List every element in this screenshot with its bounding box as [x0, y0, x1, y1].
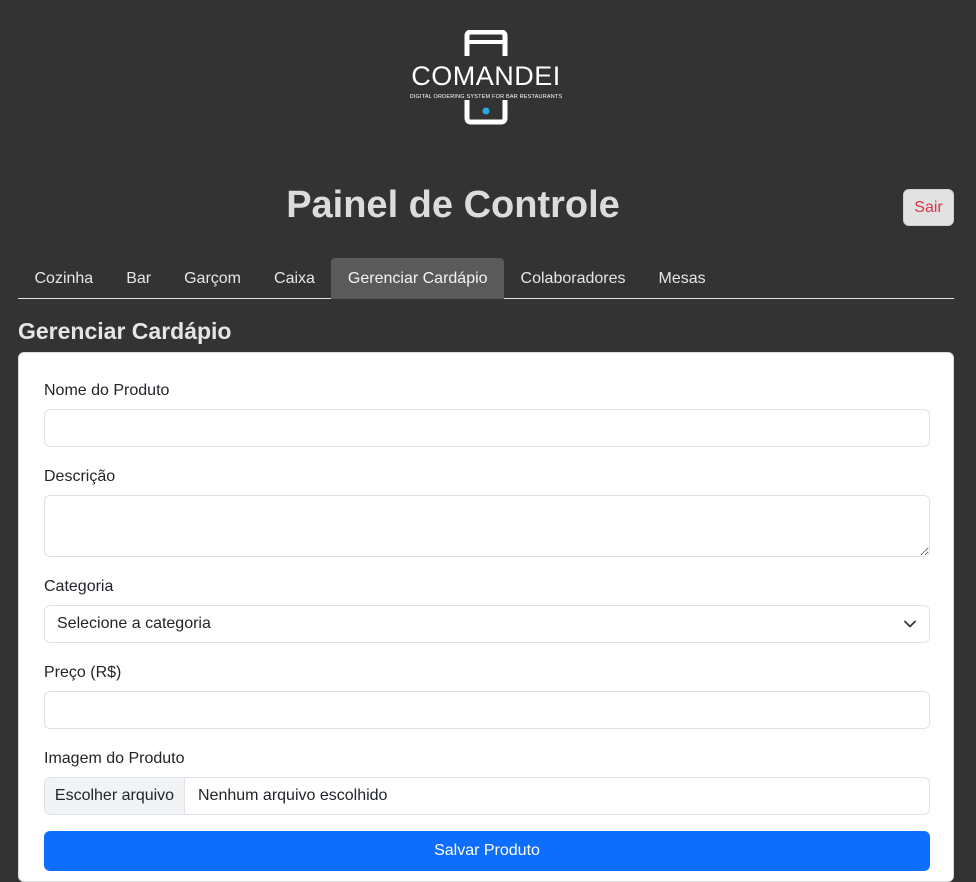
tab-garcom[interactable]: Garçom: [168, 258, 258, 299]
product-form-card: Nome do Produto Descrição Categoria Sele…: [18, 352, 954, 882]
chevron-down-icon: [903, 617, 917, 631]
product-name-input[interactable]: [44, 409, 930, 447]
page-title: Painel de Controle: [286, 184, 620, 226]
nav-tabs: Cozinha Bar Garçom Caixa Gerenciar Cardá…: [18, 258, 954, 299]
tab-cozinha[interactable]: Cozinha: [18, 258, 110, 299]
price-input[interactable]: [44, 691, 930, 729]
section-title: Gerenciar Cardápio: [18, 318, 232, 344]
tab-gerenciar-cardapio[interactable]: Gerenciar Cardápio: [331, 258, 505, 299]
brand-name: COMANDEI: [411, 61, 561, 91]
choose-file-button[interactable]: Escolher arquivo: [45, 778, 185, 814]
category-selected-value: Selecione a categoria: [57, 615, 211, 632]
tab-caixa[interactable]: Caixa: [258, 258, 332, 299]
tab-bar[interactable]: Bar: [110, 258, 168, 299]
category-select[interactable]: Selecione a categoria: [44, 605, 930, 643]
logout-button[interactable]: Sair: [903, 189, 954, 226]
file-status-text: Nenhum arquivo escolhido: [198, 787, 388, 804]
image-file-input[interactable]: Escolher arquivo Nenhum arquivo escolhid…: [44, 777, 930, 815]
product-name-label: Nome do Produto: [44, 382, 170, 399]
tab-mesas[interactable]: Mesas: [642, 258, 722, 299]
price-label: Preço (R$): [44, 664, 122, 681]
category-label: Categoria: [44, 578, 114, 595]
description-textarea[interactable]: [44, 495, 930, 557]
tab-colaboradores[interactable]: Colaboradores: [504, 258, 642, 299]
brand-logo: COMANDEI DIGITAL ORDERING SYSTEM FOR BAR…: [397, 30, 575, 126]
description-label: Descrição: [44, 468, 116, 485]
brand-tagline: DIGITAL ORDERING SYSTEM FOR BAR RESTAURA…: [409, 94, 563, 100]
save-product-button[interactable]: Salvar Produto: [44, 831, 930, 871]
image-label: Imagem do Produto: [44, 750, 185, 767]
accent-dot: [482, 107, 490, 115]
